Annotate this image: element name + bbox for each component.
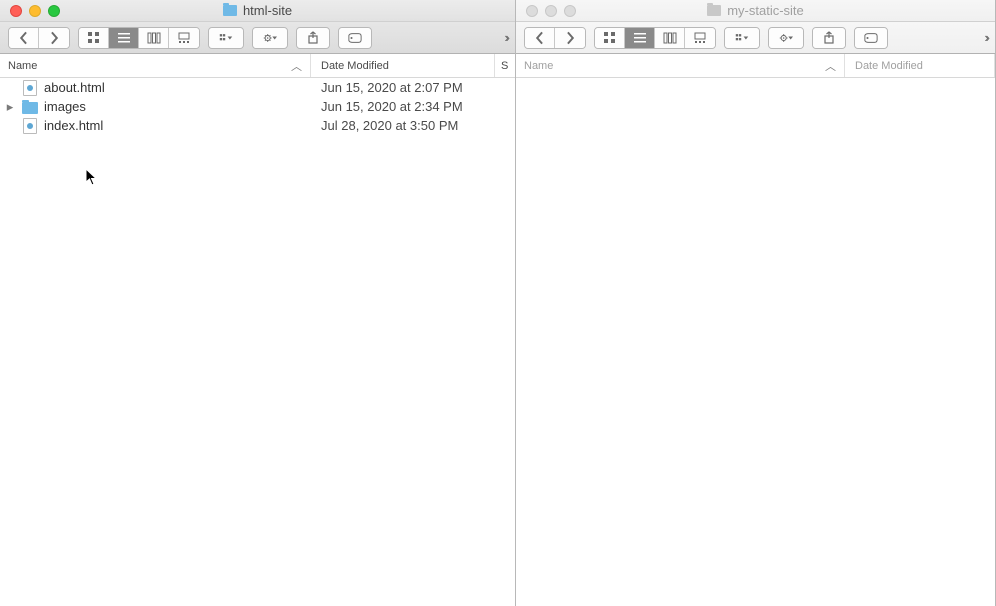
name-column-header[interactable]: Name ︿: [0, 54, 311, 77]
arrange-button[interactable]: [725, 28, 759, 48]
name-header-label: Name: [524, 60, 553, 72]
action-group: [252, 27, 288, 49]
column-view-button[interactable]: [655, 28, 685, 48]
view-group: [594, 27, 716, 49]
file-list[interactable]: about.html Jun 15, 2020 at 2:07 PM ▸ ima…: [0, 78, 515, 606]
back-button[interactable]: [9, 28, 39, 48]
file-date: Jul 28, 2020 at 3:50 PM: [311, 118, 515, 133]
file-date: Jun 15, 2020 at 2:34 PM: [311, 99, 515, 114]
nav-group: [8, 27, 70, 49]
column-view-button[interactable]: [139, 28, 169, 48]
gallery-view-button[interactable]: [169, 28, 199, 48]
disclosure-triangle-icon[interactable]: ▸: [0, 99, 20, 115]
size-header-label: S: [501, 60, 508, 72]
action-button[interactable]: [769, 28, 803, 48]
tags-group: [854, 27, 888, 49]
toolbar: ››: [516, 22, 995, 54]
forward-button[interactable]: [39, 28, 69, 48]
list-view-button[interactable]: [109, 28, 139, 48]
minimize-button[interactable]: [545, 5, 557, 17]
file-date: Jun 15, 2020 at 2:07 PM: [311, 80, 515, 95]
icon-view-button[interactable]: [79, 28, 109, 48]
file-name: about.html: [40, 80, 311, 95]
minimize-button[interactable]: [29, 5, 41, 17]
arrange-group: [724, 27, 760, 49]
finder-window-right: my-static-site: [516, 0, 996, 606]
column-headers: Name ︿ Date Modified: [516, 54, 995, 78]
tags-button[interactable]: [339, 28, 371, 48]
window-title: html-site: [8, 3, 507, 18]
forward-button[interactable]: [555, 28, 585, 48]
folder-icon: [707, 5, 721, 16]
window-title-text: my-static-site: [727, 3, 804, 18]
overflow-icon[interactable]: ››: [504, 30, 507, 45]
list-item[interactable]: about.html Jun 15, 2020 at 2:07 PM: [0, 78, 515, 97]
titlebar[interactable]: my-static-site: [516, 0, 995, 22]
maximize-button[interactable]: [564, 5, 576, 17]
gallery-view-button[interactable]: [685, 28, 715, 48]
window-title-text: html-site: [243, 3, 292, 18]
folder-icon: [22, 102, 38, 114]
titlebar[interactable]: html-site: [0, 0, 515, 22]
action-button[interactable]: [253, 28, 287, 48]
name-header-label: Name: [8, 60, 37, 72]
sort-ascending-icon: ︿: [825, 58, 836, 74]
name-column-header[interactable]: Name ︿: [516, 54, 845, 77]
file-list[interactable]: [516, 78, 995, 606]
list-item[interactable]: index.html Jul 28, 2020 at 3:50 PM: [0, 116, 515, 135]
view-group: [78, 27, 200, 49]
maximize-button[interactable]: [48, 5, 60, 17]
date-header-label: Date Modified: [321, 60, 389, 72]
html-file-icon: [23, 118, 37, 134]
overflow-icon[interactable]: ››: [984, 30, 987, 45]
back-button[interactable]: [525, 28, 555, 48]
tags-button[interactable]: [855, 28, 887, 48]
share-button[interactable]: [297, 28, 329, 48]
arrange-button[interactable]: [209, 28, 243, 48]
icon-view-button[interactable]: [595, 28, 625, 48]
tags-group: [338, 27, 372, 49]
list-view-button[interactable]: [625, 28, 655, 48]
traffic-lights: [526, 5, 576, 17]
traffic-lights: [10, 5, 60, 17]
date-column-header[interactable]: Date Modified: [845, 54, 995, 77]
size-column-header[interactable]: S: [495, 54, 515, 77]
column-headers: Name ︿ Date Modified S: [0, 54, 515, 78]
sort-ascending-icon: ︿: [291, 58, 302, 74]
action-group: [768, 27, 804, 49]
finder-window-left: html-site: [0, 0, 516, 606]
file-name: images: [40, 99, 311, 114]
date-header-label: Date Modified: [855, 60, 923, 72]
share-button[interactable]: [813, 28, 845, 48]
close-button[interactable]: [526, 5, 538, 17]
file-name: index.html: [40, 118, 311, 133]
window-title: my-static-site: [524, 3, 987, 18]
nav-group: [524, 27, 586, 49]
list-item[interactable]: ▸ images Jun 15, 2020 at 2:34 PM: [0, 97, 515, 116]
html-file-icon: [23, 80, 37, 96]
toolbar: ››: [0, 22, 515, 54]
folder-icon: [223, 5, 237, 16]
date-column-header[interactable]: Date Modified: [311, 54, 495, 77]
close-button[interactable]: [10, 5, 22, 17]
share-group: [296, 27, 330, 49]
arrange-group: [208, 27, 244, 49]
share-group: [812, 27, 846, 49]
